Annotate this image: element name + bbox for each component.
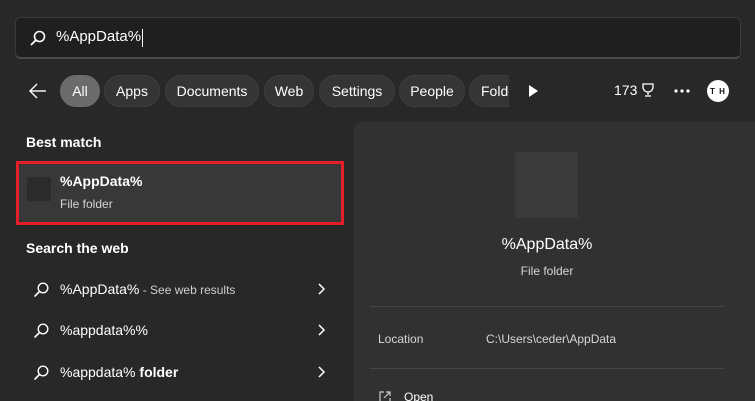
tab-all[interactable]: All bbox=[60, 75, 100, 107]
best-match-result[interactable]: %AppData% File folder bbox=[19, 164, 342, 222]
scroll-tabs-button[interactable] bbox=[524, 82, 542, 100]
chevron-right-icon bbox=[318, 283, 326, 295]
tab-folders[interactable]: Folde bbox=[469, 75, 509, 107]
search-icon bbox=[34, 323, 49, 338]
search-icon bbox=[29, 29, 47, 47]
result-type: File folder bbox=[60, 197, 113, 211]
search-icon bbox=[34, 365, 49, 380]
text-caret bbox=[142, 28, 144, 47]
more-icon bbox=[674, 89, 690, 93]
trophy-icon bbox=[642, 83, 655, 97]
divider bbox=[370, 306, 724, 307]
avatar-initials: T H bbox=[710, 86, 726, 96]
folder-preview-icon bbox=[515, 152, 578, 218]
search-icon bbox=[34, 282, 49, 297]
chevron-right-icon bbox=[318, 366, 326, 378]
more-options-button[interactable] bbox=[672, 82, 692, 100]
results-pane: Best match %AppData% File folder Search … bbox=[0, 120, 352, 401]
tab-label: Documents bbox=[176, 83, 248, 99]
web-query-bold: folder bbox=[139, 364, 179, 380]
location-label: Location bbox=[378, 332, 424, 346]
web-result-row[interactable]: %AppData% - See web results bbox=[19, 270, 342, 310]
search-web-heading: Search the web bbox=[26, 240, 129, 256]
result-name: %AppData% bbox=[60, 173, 143, 189]
preview-type: File folder bbox=[520, 264, 574, 278]
tab-label: People bbox=[410, 83, 454, 99]
web-suffix: - See web results bbox=[139, 283, 236, 297]
back-button[interactable] bbox=[26, 79, 50, 103]
open-action[interactable]: Open bbox=[378, 387, 433, 401]
tab-label: Apps bbox=[116, 83, 148, 99]
search-box[interactable]: %AppData% bbox=[15, 17, 741, 59]
tab-web[interactable]: Web bbox=[264, 75, 314, 107]
tab-label: Settings bbox=[331, 83, 383, 99]
tab-people[interactable]: People bbox=[399, 75, 465, 107]
rewards-points[interactable]: 173 bbox=[614, 82, 656, 98]
location-value[interactable]: C:\Users\ceder\AppData bbox=[486, 332, 616, 346]
preview-pane: %AppData% File folder Location C:\Users\… bbox=[354, 122, 755, 401]
avatar[interactable]: T H bbox=[707, 80, 729, 102]
web-result-row[interactable]: %appdata%% bbox=[19, 311, 342, 351]
open-label: Open bbox=[404, 390, 434, 401]
chevron-right-icon bbox=[318, 324, 326, 336]
back-arrow-icon bbox=[29, 83, 46, 99]
divider bbox=[370, 368, 724, 369]
web-query: %AppData% bbox=[60, 281, 140, 297]
tab-apps[interactable]: Apps bbox=[104, 75, 160, 107]
web-result-row[interactable]: %appdata% folder bbox=[19, 353, 342, 393]
search-input[interactable]: %AppData% bbox=[56, 28, 144, 47]
web-result-text: %appdata%% bbox=[60, 322, 148, 338]
tab-label: Web bbox=[274, 83, 304, 99]
folder-icon bbox=[27, 177, 51, 201]
points-value: 173 bbox=[614, 82, 638, 98]
play-icon bbox=[529, 85, 538, 97]
web-result-text: %appdata% folder bbox=[60, 364, 178, 380]
open-external-icon bbox=[379, 391, 391, 401]
web-result-text: %AppData% - See web results bbox=[60, 281, 235, 297]
tab-label: Folde bbox=[481, 83, 509, 99]
web-query: %appdata% bbox=[60, 364, 140, 380]
tab-documents[interactable]: Documents bbox=[165, 75, 259, 107]
tab-settings[interactable]: Settings bbox=[319, 75, 395, 107]
best-match-heading: Best match bbox=[26, 134, 102, 150]
filter-bar: All Apps Documents Web Settings People F… bbox=[0, 74, 755, 108]
preview-title: %AppData% bbox=[501, 236, 593, 253]
tab-label: All bbox=[72, 83, 88, 99]
